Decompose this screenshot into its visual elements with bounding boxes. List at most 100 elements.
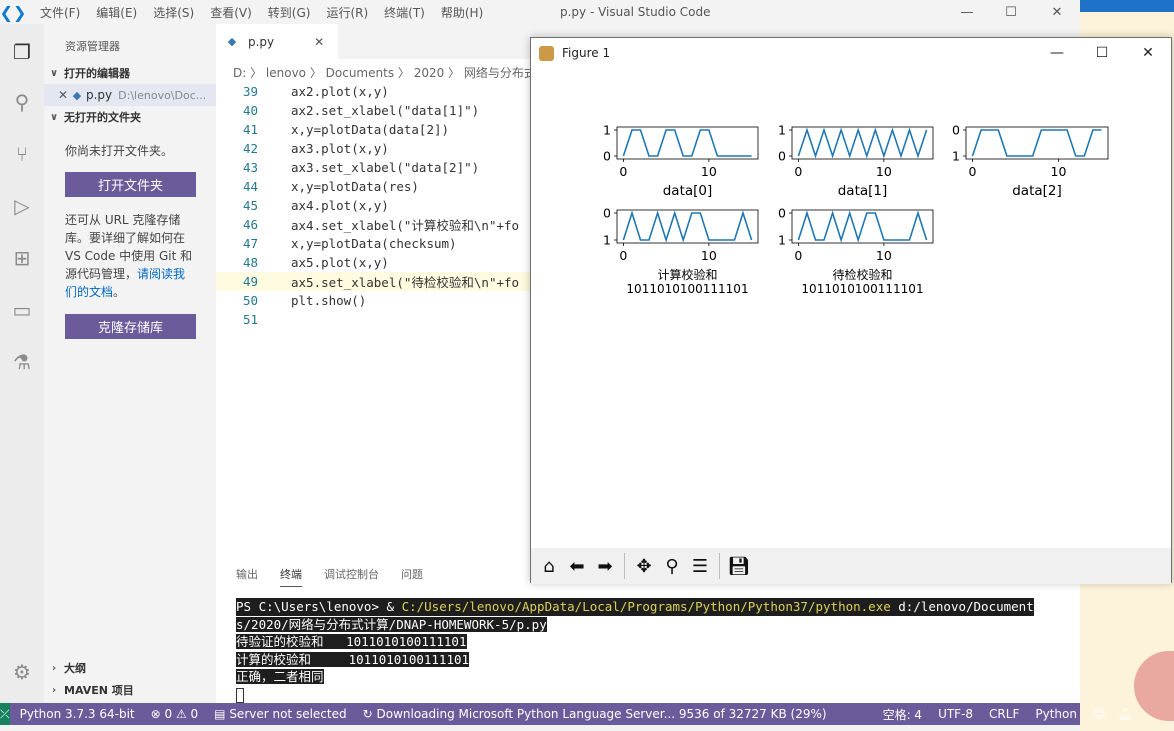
minimize-button[interactable]: —: [944, 0, 990, 24]
x-tick-label: 10: [876, 248, 892, 263]
open-file-name: p.py: [86, 88, 113, 102]
docs-link[interactable]: 请阅读我: [137, 267, 185, 281]
clone-text-end: 。: [113, 285, 126, 299]
code-text: ax4.set_xlabel("计算校验和\n"+fo: [291, 218, 520, 233]
feedback-icon[interactable]: ☺: [1093, 707, 1106, 721]
code-text: ax3.set_xlabel("data[2]"): [291, 160, 480, 175]
explorer-icon[interactable]: ❐: [0, 28, 44, 76]
pan-icon[interactable]: ✥: [630, 552, 658, 580]
x-tick-label: 0: [619, 164, 627, 179]
x-tick-label: 0: [619, 248, 627, 263]
close-icon[interactable]: ✕: [314, 35, 324, 49]
line-number: 48: [242, 255, 258, 270]
x-tick-label: 0: [794, 164, 802, 179]
python-file-icon: ◆: [227, 35, 237, 48]
x-axis-label: data[1]: [838, 183, 888, 199]
code-text: ax2.plot(x,y): [291, 84, 389, 99]
panel-tab[interactable]: 调试控制台: [324, 566, 379, 587]
tab-p-py[interactable]: ◆ p.py ✕: [216, 24, 338, 59]
x-tick-label: 10: [1051, 164, 1067, 179]
code-text: ax3.plot(x,y): [291, 141, 389, 156]
save-icon[interactable]: 💾︎: [725, 552, 753, 580]
figure-maximize-button[interactable]: ☐: [1079, 38, 1125, 68]
problems-count[interactable]: ⊗ 0 ⚠ 0: [151, 707, 199, 721]
close-button[interactable]: ✕: [1034, 0, 1080, 24]
x-axis-label: data[0]: [663, 183, 713, 199]
x-tick-label: 0: [968, 164, 976, 179]
close-icon[interactable]: ✕: [44, 88, 68, 102]
run-debug-icon[interactable]: ▷: [0, 182, 44, 230]
clone-text-line: 还可从 URL 克隆存储: [65, 213, 181, 227]
testing-icon[interactable]: ⚗: [0, 338, 44, 386]
line-number: 45: [242, 198, 258, 213]
no-folder-section[interactable]: ∨ 无打开的文件夹: [44, 107, 216, 127]
code-text: x,y=plotData(checksum): [291, 236, 457, 251]
line-number: 44: [242, 179, 258, 194]
remote-icon[interactable]: ⤫: [0, 703, 10, 725]
notifications-icon[interactable]: 🔔︎: [1117, 707, 1132, 721]
open-editor-item[interactable]: ✕ ◆ p.py D:\lenovo\Doc...: [44, 84, 216, 106]
breadcrumb[interactable]: D: 〉 lenovo 〉 Documents 〉 2020 〉 网络与分布式计: [233, 64, 548, 81]
outline-section[interactable]: › 大纲: [44, 658, 216, 678]
y-tick-label: 0: [778, 206, 786, 221]
menu-item[interactable]: 查看(V): [202, 4, 260, 21]
search-icon[interactable]: ⚲: [0, 78, 44, 126]
menu-item[interactable]: 运行(R): [318, 4, 376, 21]
status-bar: ⤫ Python 3.7.3 64-bit ⊗ 0 ⚠ 0 ▤ Server n…: [0, 703, 1133, 725]
server-status[interactable]: ▤ Server not selected: [214, 707, 346, 721]
zoom-icon[interactable]: ⚲: [658, 552, 686, 580]
figure-close-button[interactable]: ✕: [1125, 38, 1171, 68]
tab-label: p.py: [248, 34, 275, 49]
open-editors-section[interactable]: ∨ 打开的编辑器: [44, 63, 216, 83]
chevron-down-icon: ∨: [49, 67, 59, 79]
desktop-top-strip: [1080, 0, 1174, 12]
no-folder-message: 你尚未打开文件夹。: [65, 144, 174, 158]
x-tick-label: 0: [794, 248, 802, 263]
python-interpreter[interactable]: Python 3.7.3 64-bit: [20, 707, 135, 721]
docs-link[interactable]: 们的文档: [65, 285, 113, 299]
terminal-cursor: [236, 687, 244, 703]
activity-bar: ❐ ⚲ ⑂ ▷ ⊞ ▭ ⚗ ⚙: [0, 24, 44, 703]
back-icon[interactable]: ⬅: [563, 552, 591, 580]
panel-tab[interactable]: 终端: [280, 566, 302, 587]
line-number: 42: [242, 141, 258, 156]
figure-minimize-button[interactable]: —: [1034, 38, 1080, 68]
y-tick-label: 1: [778, 233, 786, 248]
y-tick-label: 0: [603, 206, 611, 221]
toolbar-divider: [719, 553, 720, 579]
clone-text-line: 源代码管理，: [65, 267, 138, 281]
maven-section[interactable]: › MAVEN 项目: [44, 680, 216, 700]
settings-gear-icon[interactable]: ⚙: [0, 648, 44, 696]
menu-item[interactable]: 终端(T): [376, 4, 433, 21]
end-of-line[interactable]: CRLF: [989, 707, 1019, 721]
source-control-icon[interactable]: ⑂: [0, 130, 44, 178]
chevron-right-icon: ›: [51, 684, 57, 696]
terminal-output[interactable]: PS C:\Users\lenovo> & C:/Users/lenovo/Ap…: [236, 598, 1034, 703]
language-mode[interactable]: Python: [1035, 707, 1077, 721]
configure-subplots-icon[interactable]: ☰: [686, 552, 714, 580]
menu-item[interactable]: 帮助(H): [433, 4, 491, 21]
code-text: ax4.plot(x,y): [291, 198, 389, 213]
code-text: ax5.set_xlabel("待检校验和\n"+fo: [291, 275, 520, 290]
menu-item[interactable]: 编辑(E): [88, 4, 145, 21]
open-folder-button[interactable]: 打开文件夹: [65, 172, 196, 197]
home-icon[interactable]: ⌂: [535, 552, 563, 580]
menu-item[interactable]: 选择(S): [145, 4, 202, 21]
menu-item[interactable]: 文件(F): [32, 4, 88, 21]
menu-item[interactable]: 转到(G): [260, 4, 319, 21]
figure-title: Figure 1: [562, 46, 611, 60]
forward-icon[interactable]: ➡: [591, 552, 619, 580]
encoding[interactable]: UTF-8: [938, 707, 973, 721]
clone-repository-button[interactable]: 克隆存储库: [65, 314, 196, 339]
indentation[interactable]: 空格: 4: [883, 706, 923, 723]
line-number: 41: [242, 122, 258, 137]
panel-tab[interactable]: 输出: [236, 566, 258, 587]
bottom-strip: [0, 725, 1080, 731]
extensions-icon[interactable]: ⊞: [0, 234, 44, 282]
x-axis-label: 待检校验和: [832, 267, 892, 282]
maximize-button[interactable]: ☐: [988, 0, 1034, 24]
line-number: 47: [242, 236, 258, 251]
remote-explorer-icon[interactable]: ▭: [0, 286, 44, 334]
panel-tab[interactable]: 问题: [401, 566, 423, 587]
subplot: 100 10data[0]: [603, 123, 759, 199]
